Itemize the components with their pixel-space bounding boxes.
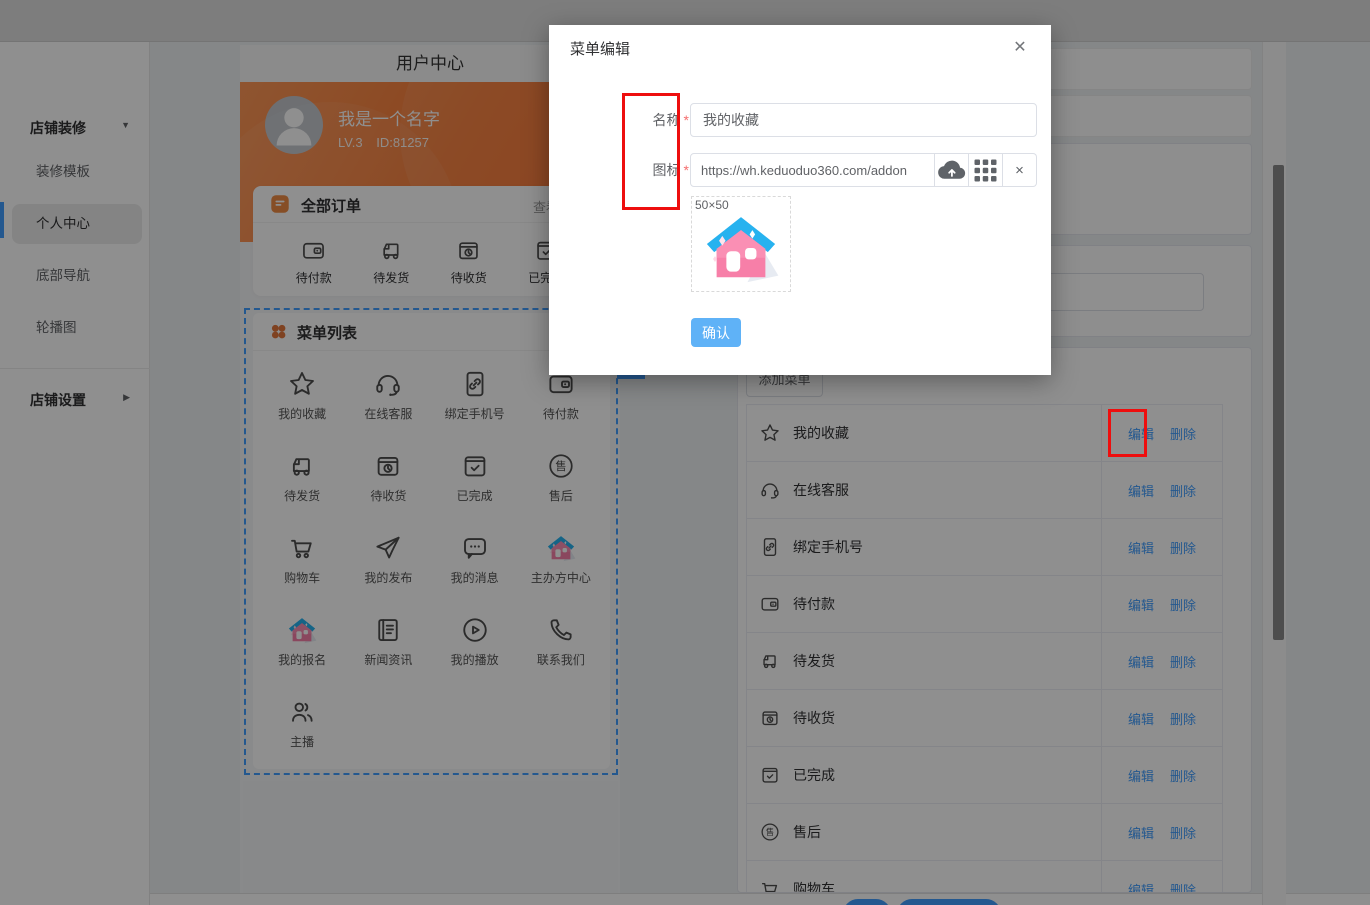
confirm-button[interactable]: 确认 bbox=[691, 318, 741, 347]
app-canvas: 店铺装修 ▼ 装修模板 个人中心 底部导航 轮播图 店铺设置 ▶ 用户中心 我是… bbox=[0, 0, 1370, 905]
dialog-title: 菜单编辑 bbox=[570, 41, 631, 58]
required-mark: * bbox=[683, 162, 689, 178]
icon-library-button[interactable] bbox=[969, 153, 1003, 187]
icon-preview-box: 50×50 bbox=[691, 196, 791, 292]
required-mark: * bbox=[683, 112, 689, 128]
icon-url-group: × bbox=[690, 153, 1037, 187]
icon-url-input[interactable] bbox=[690, 153, 935, 187]
close-icon[interactable]: ✕ bbox=[1008, 36, 1032, 60]
grid-icon bbox=[969, 154, 1002, 187]
cloud-upload-icon bbox=[935, 154, 968, 187]
annotation-box-form-labels bbox=[622, 93, 680, 210]
house-color-icon bbox=[702, 209, 780, 287]
name-input[interactable] bbox=[690, 103, 1037, 137]
upload-button[interactable] bbox=[935, 153, 969, 187]
preview-size-label: 50×50 bbox=[695, 198, 729, 212]
annotation-box-edit-link bbox=[1108, 409, 1147, 457]
clear-icon-button[interactable]: × bbox=[1003, 153, 1037, 187]
